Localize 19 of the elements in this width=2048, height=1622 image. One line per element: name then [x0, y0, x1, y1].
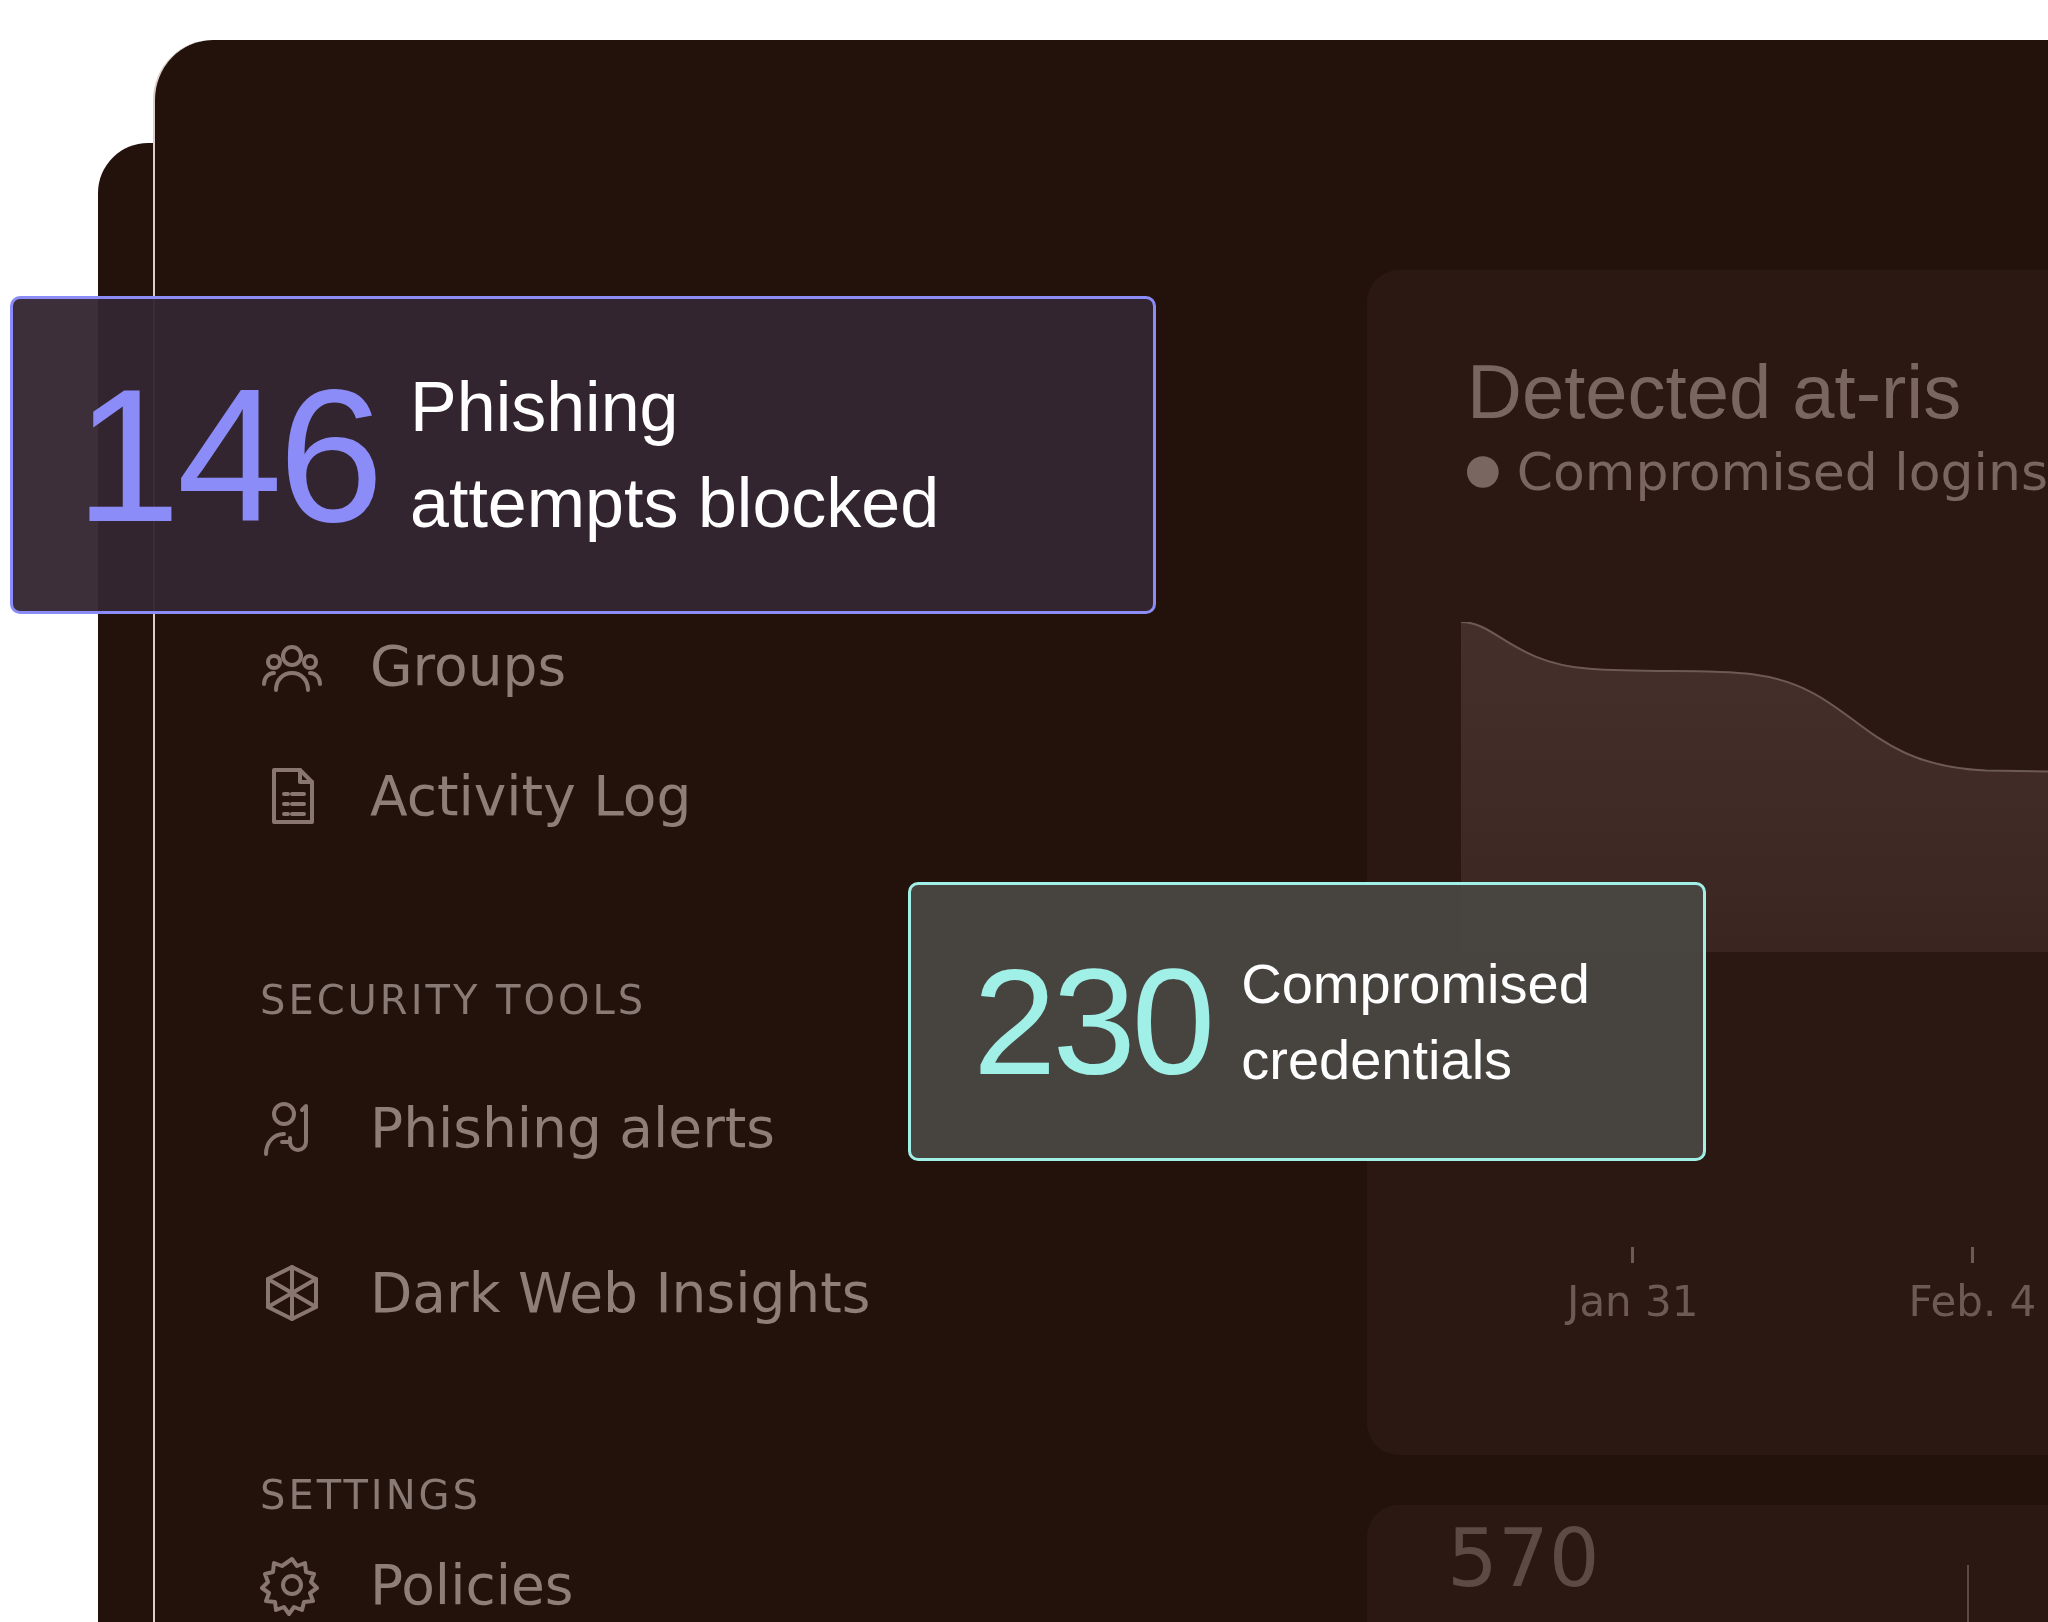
stat-label: Compromised	[1241, 950, 1590, 1017]
tick-mark	[1631, 1246, 1635, 1263]
legend-dot	[1467, 455, 1499, 488]
stat-label: credentials	[1241, 1026, 1514, 1093]
nav-item[interactable]: Phishing alerts	[260, 1078, 775, 1178]
axis-label: Feb. 4	[1908, 1276, 2037, 1326]
stat-label: attempts blocked	[410, 463, 940, 544]
stat-label: Phishing	[410, 367, 680, 448]
stat-number: 230	[973, 946, 1212, 1097]
section-heading: SETTINGS	[260, 1471, 481, 1520]
nav-item[interactable]: Policies	[260, 1540, 574, 1622]
tick-mark	[1970, 1246, 1974, 1263]
legend-label: Compromised logins	[1516, 441, 2048, 502]
nav-item[interactable]: Groups	[260, 616, 567, 716]
nav-item[interactable]: Activity Log	[260, 746, 692, 846]
stat-number: 146	[75, 360, 380, 550]
nav-item[interactable]: Dark Web Insights	[260, 1243, 871, 1343]
chart-title: Detected at-ris	[1467, 350, 1963, 434]
section-heading: SECURITY TOOLS	[260, 976, 647, 1025]
